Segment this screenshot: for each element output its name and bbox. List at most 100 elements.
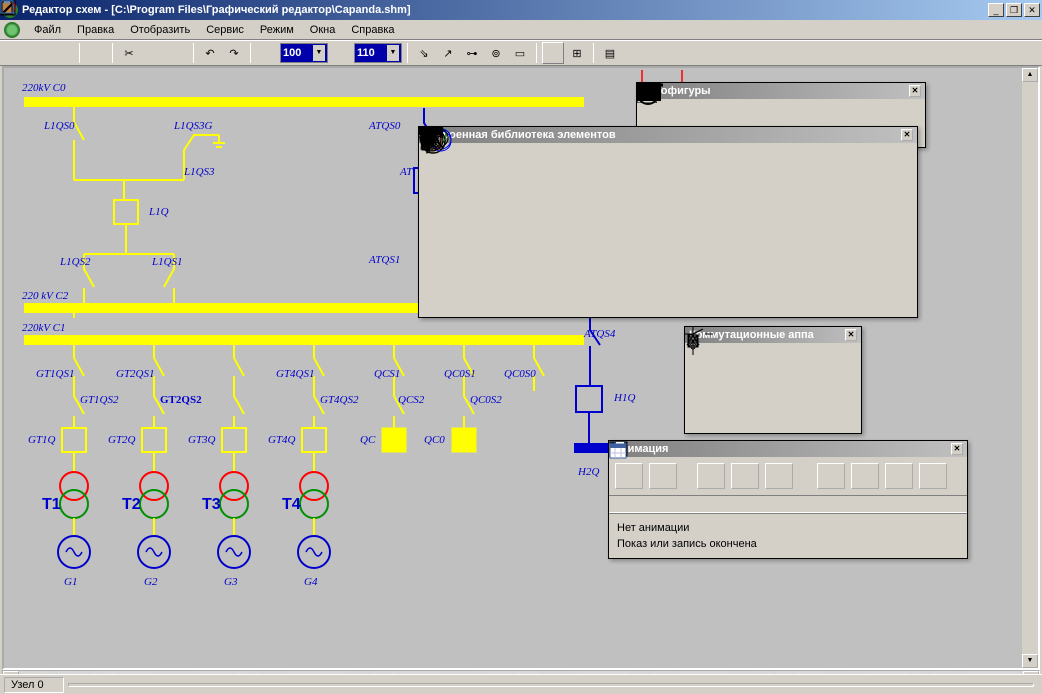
palette-autoshapes-title[interactable]: Автофигуры ✕ bbox=[637, 83, 925, 99]
palette-animation[interactable]: Анимация ✕ Нет анимации Показ или запись… bbox=[608, 440, 968, 559]
undo-button[interactable]: ↶ bbox=[199, 42, 221, 64]
menu-edit[interactable]: Правка bbox=[69, 22, 122, 38]
lib-arrow2-icon[interactable] bbox=[423, 189, 467, 229]
lib-b-icon[interactable] bbox=[745, 189, 789, 229]
tool-b[interactable]: ↗ bbox=[437, 42, 459, 64]
tool-a[interactable]: ⇘ bbox=[413, 42, 435, 64]
lib-coil-icon[interactable] bbox=[607, 231, 651, 271]
sw-7-icon[interactable] bbox=[769, 389, 813, 429]
menu-file[interactable]: Файл bbox=[26, 22, 69, 38]
anim-stop-button[interactable] bbox=[697, 463, 725, 489]
lib-blank1[interactable] bbox=[837, 189, 881, 229]
tool-e[interactable]: ▭ bbox=[509, 42, 531, 64]
open-button[interactable] bbox=[28, 42, 50, 64]
line-icon[interactable] bbox=[256, 42, 278, 64]
palette-library-title[interactable]: Встроенная библиотека элементов ✕ bbox=[419, 127, 917, 143]
menu-mode[interactable]: Режим bbox=[252, 22, 302, 38]
tool-f[interactable] bbox=[542, 42, 564, 64]
tool-d[interactable]: ⊚ bbox=[485, 42, 507, 64]
combo2[interactable]: 110▼ bbox=[354, 43, 402, 63]
scroll-down-button[interactable]: ▼ bbox=[1022, 654, 1038, 668]
menu-service[interactable]: Сервис bbox=[198, 22, 252, 38]
lib-arrow-up-icon[interactable] bbox=[745, 147, 789, 187]
lib-2circles2-icon[interactable] bbox=[561, 147, 605, 187]
menu-windows[interactable]: Окна bbox=[302, 22, 344, 38]
close-button[interactable]: ✕ bbox=[1024, 3, 1040, 17]
lib-blank6[interactable] bbox=[469, 273, 513, 313]
lib-delta-icon[interactable] bbox=[561, 189, 605, 229]
label-t4: T4 bbox=[282, 496, 301, 514]
lib-transformer-rgb-icon[interactable] bbox=[469, 147, 513, 187]
lib-phi-icon[interactable] bbox=[791, 189, 835, 229]
new-button[interactable] bbox=[4, 42, 26, 64]
lib-bar-icon[interactable] bbox=[653, 147, 697, 187]
lib-ground-icon[interactable] bbox=[699, 147, 743, 187]
cut-button[interactable]: ✂ bbox=[118, 42, 140, 64]
lib-blank2[interactable] bbox=[423, 231, 467, 271]
lib-blank7[interactable] bbox=[515, 273, 559, 313]
palette-switchgear[interactable]: Коммутационные аппа ✕ bbox=[684, 326, 862, 434]
paste-button[interactable] bbox=[166, 42, 188, 64]
refresh-button[interactable] bbox=[85, 42, 107, 64]
lib-gnd2-icon[interactable] bbox=[791, 231, 835, 271]
sw-6-icon[interactable] bbox=[729, 389, 773, 429]
sw-8-icon[interactable] bbox=[809, 389, 853, 429]
anim-play-button[interactable] bbox=[615, 463, 643, 489]
menu-view[interactable]: Отобразить bbox=[122, 22, 198, 38]
lib-2circles-icon[interactable] bbox=[515, 147, 559, 187]
lib-motor-icon[interactable] bbox=[699, 231, 743, 271]
palette-autoshapes-close[interactable]: ✕ bbox=[909, 85, 921, 97]
tool-g[interactable]: ⊞ bbox=[566, 42, 588, 64]
lib-blank4[interactable] bbox=[837, 231, 881, 271]
anim-save-button[interactable] bbox=[851, 463, 879, 489]
anim-eject-button[interactable] bbox=[765, 463, 793, 489]
anim-pause-button[interactable] bbox=[649, 463, 677, 489]
label-g4: G4 bbox=[304, 576, 317, 588]
copy-button[interactable] bbox=[142, 42, 164, 64]
anim-record-button[interactable] bbox=[731, 463, 759, 489]
lib-gen-icon[interactable] bbox=[469, 189, 513, 229]
sw-4-icon[interactable] bbox=[809, 347, 853, 387]
lib-half-icon[interactable] bbox=[515, 189, 559, 229]
menu-help[interactable]: Справка bbox=[343, 22, 402, 38]
lib-blank3[interactable] bbox=[469, 231, 513, 271]
palette-switchgear-close[interactable]: ✕ bbox=[845, 329, 857, 341]
sw-3-icon[interactable] bbox=[769, 347, 813, 387]
anim-calendar-button[interactable] bbox=[919, 463, 947, 489]
palette-library-close[interactable]: ✕ bbox=[901, 129, 913, 141]
sw-2-icon[interactable] bbox=[729, 347, 773, 387]
label-qc: QC bbox=[360, 434, 375, 446]
lib-cap-v-icon[interactable] bbox=[791, 147, 835, 187]
anim-open-button[interactable] bbox=[817, 463, 845, 489]
lib-blank5[interactable] bbox=[423, 273, 467, 313]
label-bus-c0: 220kV C0 bbox=[22, 82, 66, 94]
combo1[interactable]: 100▼ bbox=[280, 43, 328, 63]
tool-c[interactable]: ⊶ bbox=[461, 42, 483, 64]
minimize-button[interactable]: _ bbox=[988, 3, 1004, 17]
lib-circle2-icon[interactable] bbox=[515, 231, 559, 271]
anim-saveall-button[interactable] bbox=[885, 463, 913, 489]
lib-star-icon[interactable] bbox=[607, 189, 651, 229]
lib-delta2-icon[interactable] bbox=[653, 189, 697, 229]
lib-rect-v-icon[interactable] bbox=[837, 147, 881, 187]
save-button[interactable] bbox=[52, 42, 74, 64]
scroll-up-button[interactable]: ▲ bbox=[1022, 68, 1038, 82]
vertical-scrollbar[interactable]: ▲ ▼ bbox=[1022, 68, 1038, 668]
tool-h[interactable]: ▤ bbox=[599, 42, 621, 64]
lib-dot-icon[interactable] bbox=[607, 147, 651, 187]
sw-5-icon[interactable] bbox=[689, 389, 733, 429]
palette-animation-title[interactable]: Анимация ✕ bbox=[609, 441, 967, 457]
lib-arrows-icon[interactable] bbox=[699, 189, 743, 229]
title-bar: Редактор схем - [C:\Program Files\Графич… bbox=[0, 0, 1042, 20]
palette-animation-close[interactable]: ✕ bbox=[951, 443, 963, 455]
lib-2c-icon[interactable] bbox=[653, 231, 697, 271]
lib-fan-icon[interactable] bbox=[561, 231, 605, 271]
lib-cap-icon[interactable] bbox=[745, 231, 789, 271]
palette-library[interactable]: Встроенная библиотека элементов ✕ bbox=[418, 126, 918, 318]
maximize-button[interactable]: ❐ bbox=[1006, 3, 1022, 17]
toolbar: ✂ ↶ ↷ 100▼ 110▼ ⇘ ↗ ⊶ ⊚ ▭ ⊞ ▤ bbox=[0, 40, 1042, 66]
status-node: Узел 0 bbox=[4, 677, 64, 693]
label-qc0: QC0 bbox=[424, 434, 445, 446]
redo-button[interactable]: ↷ bbox=[223, 42, 245, 64]
line2-icon[interactable] bbox=[330, 42, 352, 64]
